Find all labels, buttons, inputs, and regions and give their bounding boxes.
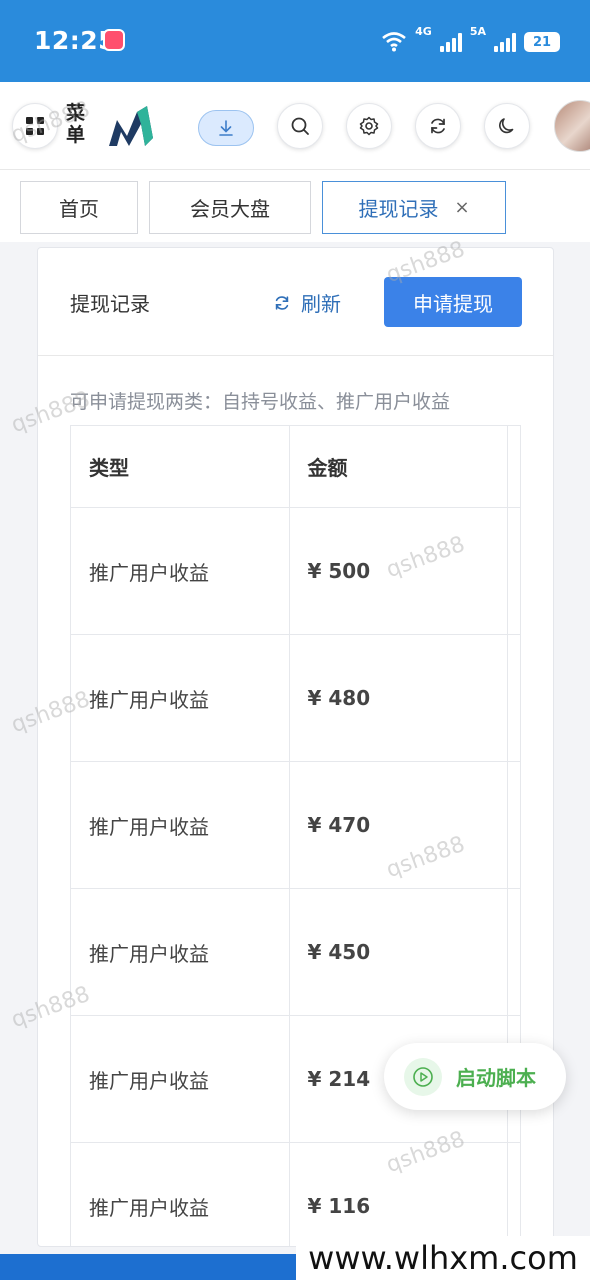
- cell-type: 推广用户收益: [71, 508, 290, 634]
- table-row: 推广用户收益 ¥ 116: [71, 1143, 521, 1246]
- start-script-label: 启动脚本: [456, 1066, 536, 1090]
- cell-type: 推广用户收益: [71, 1143, 290, 1246]
- battery-icon: 21: [524, 32, 560, 52]
- status-bar: 12:25 4G 5A 21: [0, 0, 590, 82]
- grid-icon: [26, 117, 44, 135]
- search-icon: [291, 117, 309, 135]
- cell-extra: [508, 635, 521, 761]
- card-header: 提现记录 刷新 申请提现: [38, 248, 553, 356]
- tab-home[interactable]: 首页: [20, 181, 138, 234]
- site-watermark: www.wlhxm.com: [296, 1236, 590, 1280]
- start-script-button[interactable]: 启动脚本: [384, 1043, 566, 1110]
- cell-type: 推广用户收益: [71, 635, 290, 761]
- tab-label: 会员大盘: [190, 197, 270, 221]
- cell-amount: ¥ 470: [290, 762, 509, 888]
- cell-amount: ¥ 450: [290, 889, 509, 1015]
- signal-icon-2: [494, 32, 516, 52]
- notification-app-icon: [103, 29, 125, 51]
- tab-label: 首页: [59, 197, 99, 221]
- refresh-button[interactable]: 刷新: [273, 288, 341, 317]
- cell-type: 推广用户收益: [71, 1016, 290, 1142]
- tab-member-dashboard[interactable]: 会员大盘: [149, 181, 311, 234]
- cell-amount: ¥ 500: [290, 508, 509, 634]
- cell-amount: ¥ 480: [290, 635, 509, 761]
- cell-extra: [508, 508, 521, 634]
- play-icon: [404, 1057, 442, 1096]
- moon-icon: [499, 118, 514, 134]
- network-type-2: 5A: [469, 25, 486, 38]
- refresh-icon: [431, 118, 445, 134]
- column-header-type: 类型: [71, 426, 290, 507]
- settings-button[interactable]: [346, 103, 392, 149]
- bottom-bar: [0, 1254, 296, 1280]
- cell-amount: ¥ 116: [290, 1143, 509, 1246]
- network-type-1: 4G: [415, 25, 432, 38]
- cell-extra: [508, 889, 521, 1015]
- avatar[interactable]: [554, 100, 590, 152]
- hint-text: 可申请提现两类：自持号收益、推广用户收益: [70, 391, 451, 413]
- logo: [109, 106, 153, 146]
- wifi-icon: [382, 32, 406, 52]
- column-header-amount: 金额: [290, 426, 509, 507]
- close-icon[interactable]: ×: [454, 197, 469, 218]
- table-row: 推广用户收益 ¥ 450: [71, 889, 521, 1016]
- cell-extra: [508, 762, 521, 888]
- refresh-icon: [275, 295, 289, 310]
- dark-mode-button[interactable]: [484, 103, 530, 149]
- refresh-label: 刷新: [301, 292, 341, 316]
- table-row: 推广用户收益 ¥ 480: [71, 635, 521, 762]
- cell-extra: [508, 1143, 521, 1246]
- table-header-row: 类型 金额: [71, 426, 521, 508]
- signal-icon-1: [439, 32, 462, 52]
- cell-type: 推广用户收益: [71, 762, 290, 888]
- column-header-extra: [508, 426, 521, 507]
- tab-withdrawal-records[interactable]: 提现记录 ×: [322, 181, 506, 234]
- cell-type: 推广用户收益: [71, 889, 290, 1015]
- menu-label[interactable]: 菜单: [66, 102, 88, 146]
- download-button[interactable]: [198, 110, 254, 146]
- withdrawal-table: 类型 金额 推广用户收益 ¥ 500 推广用户收益 ¥ 480 推广用户收益 ¥…: [70, 425, 521, 1246]
- table-row: 推广用户收益 ¥ 470: [71, 762, 521, 889]
- gear-icon: [359, 116, 379, 136]
- menu-button[interactable]: [12, 103, 58, 149]
- tab-label: 提现记录: [358, 197, 439, 221]
- top-bar: 菜单: [0, 82, 590, 170]
- tab-bar: 首页 会员大盘 提现记录 ×: [0, 170, 590, 242]
- status-icons: 4G 5A 21: [381, 26, 560, 52]
- download-icon: [219, 120, 233, 136]
- card-title: 提现记录: [70, 292, 150, 316]
- table-row: 推广用户收益 ¥ 500: [71, 508, 521, 635]
- search-button[interactable]: [277, 103, 323, 149]
- apply-withdrawal-button[interactable]: 申请提现: [384, 277, 522, 327]
- reload-button[interactable]: [415, 103, 461, 149]
